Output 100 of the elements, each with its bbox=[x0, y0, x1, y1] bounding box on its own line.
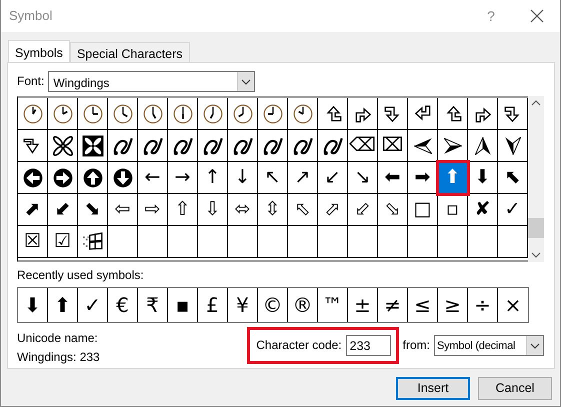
symbol-cell[interactable]: ⬇ bbox=[468, 162, 498, 194]
symbol-cell[interactable]: ⇩ bbox=[198, 194, 228, 226]
symbol-cell[interactable]: ⬃ bbox=[348, 194, 378, 226]
symbol-cell[interactable]: ✘ bbox=[468, 194, 498, 226]
symbol-cell[interactable] bbox=[258, 98, 288, 130]
unicode-name-value: Wingdings: 233 bbox=[17, 350, 101, 365]
scrollbar[interactable] bbox=[528, 96, 544, 262]
symbol-cell[interactable] bbox=[18, 162, 48, 194]
symbol-cell[interactable] bbox=[228, 98, 258, 130]
symbol-cell[interactable]: ▫ bbox=[438, 194, 468, 226]
symbol-cell[interactable] bbox=[78, 226, 108, 258]
symbol-cell[interactable]: ↘ bbox=[348, 162, 378, 194]
scroll-thumb[interactable] bbox=[528, 218, 544, 238]
symbol-cell[interactable] bbox=[468, 98, 498, 130]
symbol-cell[interactable]: ← bbox=[138, 162, 168, 194]
clock-icon bbox=[142, 102, 164, 124]
dialog-button[interactable]: Insert bbox=[396, 377, 470, 400]
symbol-cell[interactable] bbox=[228, 130, 258, 162]
symbol-cell[interactable]: ⌧ bbox=[378, 130, 408, 162]
symbol-cell[interactable] bbox=[108, 162, 138, 194]
clock-icon bbox=[82, 102, 104, 124]
clock-icon bbox=[232, 102, 254, 124]
unicode-name-label: Unicode name: bbox=[17, 331, 99, 346]
clock-icon bbox=[292, 102, 314, 124]
symbol-cell[interactable]: → bbox=[168, 162, 198, 194]
character-code-label: Character code: bbox=[256, 338, 342, 353]
symbol-cell[interactable]: ⇧ bbox=[168, 194, 198, 226]
symbol-cell[interactable] bbox=[138, 98, 168, 130]
symbol-cell[interactable] bbox=[318, 98, 348, 130]
symbol-cell[interactable] bbox=[18, 130, 48, 162]
symbol-cell[interactable] bbox=[198, 130, 228, 162]
symbol-cell[interactable]: ☑ bbox=[48, 226, 78, 258]
symbol-cell[interactable]: ⬋ bbox=[48, 194, 78, 226]
symbol-cell[interactable] bbox=[468, 130, 498, 162]
symbol-cell[interactable] bbox=[18, 98, 48, 130]
symbol-cell[interactable]: ⇦ bbox=[108, 194, 138, 226]
symbol-cell[interactable]: ⇳ bbox=[258, 194, 288, 226]
symbol-cell[interactable]: ⬄ bbox=[228, 194, 258, 226]
petal-icon bbox=[52, 134, 74, 156]
symbol-cell[interactable] bbox=[498, 130, 528, 162]
symbol-cell[interactable]: ⬅ bbox=[378, 162, 408, 194]
symbol-cell[interactable] bbox=[78, 162, 108, 194]
symbol-cell[interactable]: ⬉ bbox=[498, 162, 528, 194]
symbol-cell[interactable] bbox=[138, 130, 168, 162]
font-dropdown[interactable]: Wingdings bbox=[48, 71, 256, 92]
chevron-up-icon bbox=[531, 100, 541, 106]
clock-icon bbox=[22, 102, 44, 124]
chevron-down-icon bbox=[530, 342, 540, 348]
symbol-cell[interactable] bbox=[168, 98, 198, 130]
symbol-cell[interactable] bbox=[378, 98, 408, 130]
symbol-cell[interactable] bbox=[288, 130, 318, 162]
recent-label: Recently used symbols: bbox=[17, 268, 145, 283]
dialog-button[interactable]: Cancel bbox=[478, 377, 552, 400]
character-code-field[interactable]: 233 bbox=[346, 335, 391, 356]
symbol-cell[interactable] bbox=[168, 130, 198, 162]
symbol-cell[interactable] bbox=[288, 98, 318, 130]
clock-icon bbox=[202, 102, 224, 124]
close-icon bbox=[530, 9, 544, 23]
symbol-cell[interactable] bbox=[438, 98, 468, 130]
tab[interactable]: Symbols bbox=[8, 40, 70, 62]
symbol-cell[interactable]: ⬈ bbox=[18, 194, 48, 226]
symbol-cell[interactable]: ⬊ bbox=[78, 194, 108, 226]
symbol-cell[interactable] bbox=[318, 130, 348, 162]
symbol-cell[interactable] bbox=[48, 130, 78, 162]
clock-icon bbox=[262, 102, 284, 124]
clock-icon bbox=[52, 102, 74, 124]
symbol-cell[interactable]: ⇨ bbox=[138, 194, 168, 226]
symbol-cell[interactable]: □ bbox=[408, 194, 438, 226]
symbol-cell[interactable] bbox=[258, 130, 288, 162]
font-label: Font: bbox=[17, 74, 44, 89]
symbol-cell[interactable]: ⬀ bbox=[318, 194, 348, 226]
from-dropdown[interactable]: Symbol (decimal bbox=[434, 335, 544, 356]
symbol-cell[interactable]: ✓ bbox=[498, 194, 528, 226]
symbol-cell[interactable]: ⬆ bbox=[438, 162, 468, 194]
symbol-cell[interactable] bbox=[408, 98, 438, 130]
symbol-cell[interactable]: ↖ bbox=[258, 162, 288, 194]
symbol-cell[interactable] bbox=[78, 98, 108, 130]
clock-icon bbox=[112, 102, 134, 124]
symbol-cell[interactable] bbox=[498, 98, 528, 130]
symbol-cell[interactable]: ⬁ bbox=[288, 194, 318, 226]
symbol-cell[interactable]: ⬂ bbox=[378, 194, 408, 226]
symbol-cell[interactable] bbox=[108, 130, 138, 162]
symbol-cell[interactable] bbox=[48, 98, 78, 130]
from-label: from: bbox=[402, 338, 430, 353]
symbol-cell[interactable] bbox=[108, 98, 138, 130]
tab[interactable]: Special Characters bbox=[70, 42, 190, 62]
symbol-cell[interactable] bbox=[198, 98, 228, 130]
symbol-cell[interactable]: ↑ bbox=[198, 162, 228, 194]
symbol-cell[interactable]: ↗ bbox=[288, 162, 318, 194]
symbol-cell[interactable]: ↓ bbox=[228, 162, 258, 194]
symbol-cell[interactable] bbox=[78, 130, 108, 162]
symbol-cell[interactable] bbox=[48, 162, 78, 194]
symbol-cell[interactable] bbox=[408, 130, 438, 162]
symbol-cell[interactable]: ☒ bbox=[18, 226, 48, 258]
boxed-petal-icon bbox=[82, 134, 104, 156]
clock-icon bbox=[172, 102, 194, 124]
symbol-cell[interactable]: ↙ bbox=[318, 162, 348, 194]
four-pane-icon bbox=[82, 230, 104, 252]
symbol-cell[interactable]: ⌫ bbox=[348, 130, 378, 162]
symbol-cell[interactable] bbox=[348, 98, 378, 130]
